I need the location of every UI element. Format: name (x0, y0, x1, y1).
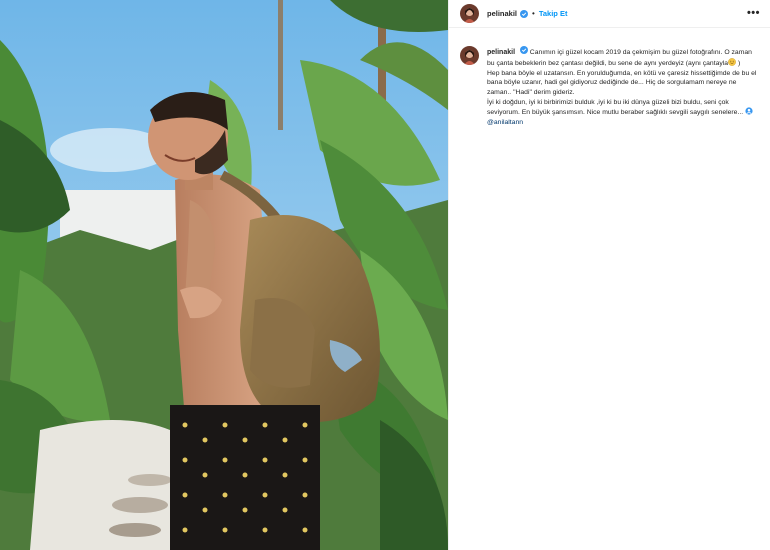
caption-paragraph-1: pelinakil Canımın içi güzel kocam 2019 d… (487, 46, 760, 69)
caption-avatar[interactable] (460, 46, 479, 65)
smile-emoji-icon (728, 58, 736, 66)
separator-dot: • (532, 9, 535, 18)
avatar-image (460, 46, 479, 65)
caption-text: pelinakil Canımın içi güzel kocam 2019 d… (487, 46, 760, 127)
avatar-image (460, 4, 479, 23)
post-photo[interactable] (0, 0, 448, 550)
caption-paragraph-3: İyi ki doğdun, iyi ki birbirimizi bulduk… (487, 98, 760, 128)
avatar[interactable] (460, 4, 479, 23)
caption-paragraph-3-text: İyi ki doğdun, iyi ki birbirimizi bulduk… (487, 98, 744, 117)
more-options-icon[interactable]: ••• (747, 8, 760, 19)
follow-button[interactable]: Takip Et (539, 9, 568, 18)
post-sidebar: pelinakil • Takip Et ••• pelinakil Canım… (448, 0, 770, 550)
tag-icon (745, 107, 753, 115)
caption-username[interactable]: pelinakil (487, 49, 515, 56)
verified-badge-icon (519, 46, 528, 54)
post-header: pelinakil • Takip Et ••• (449, 0, 770, 28)
verified-badge-icon (520, 9, 529, 18)
caption-paragraph-2: Hep bana böyle el uzatansın. En yorulduğ… (487, 69, 757, 96)
mention-link[interactable]: @anilaltann (487, 119, 523, 126)
post-caption: pelinakil Canımın içi güzel kocam 2019 d… (449, 28, 770, 127)
post-username[interactable]: pelinakil (487, 9, 517, 18)
post-image (0, 0, 448, 550)
caption-line-1-end: ) (737, 59, 741, 67)
